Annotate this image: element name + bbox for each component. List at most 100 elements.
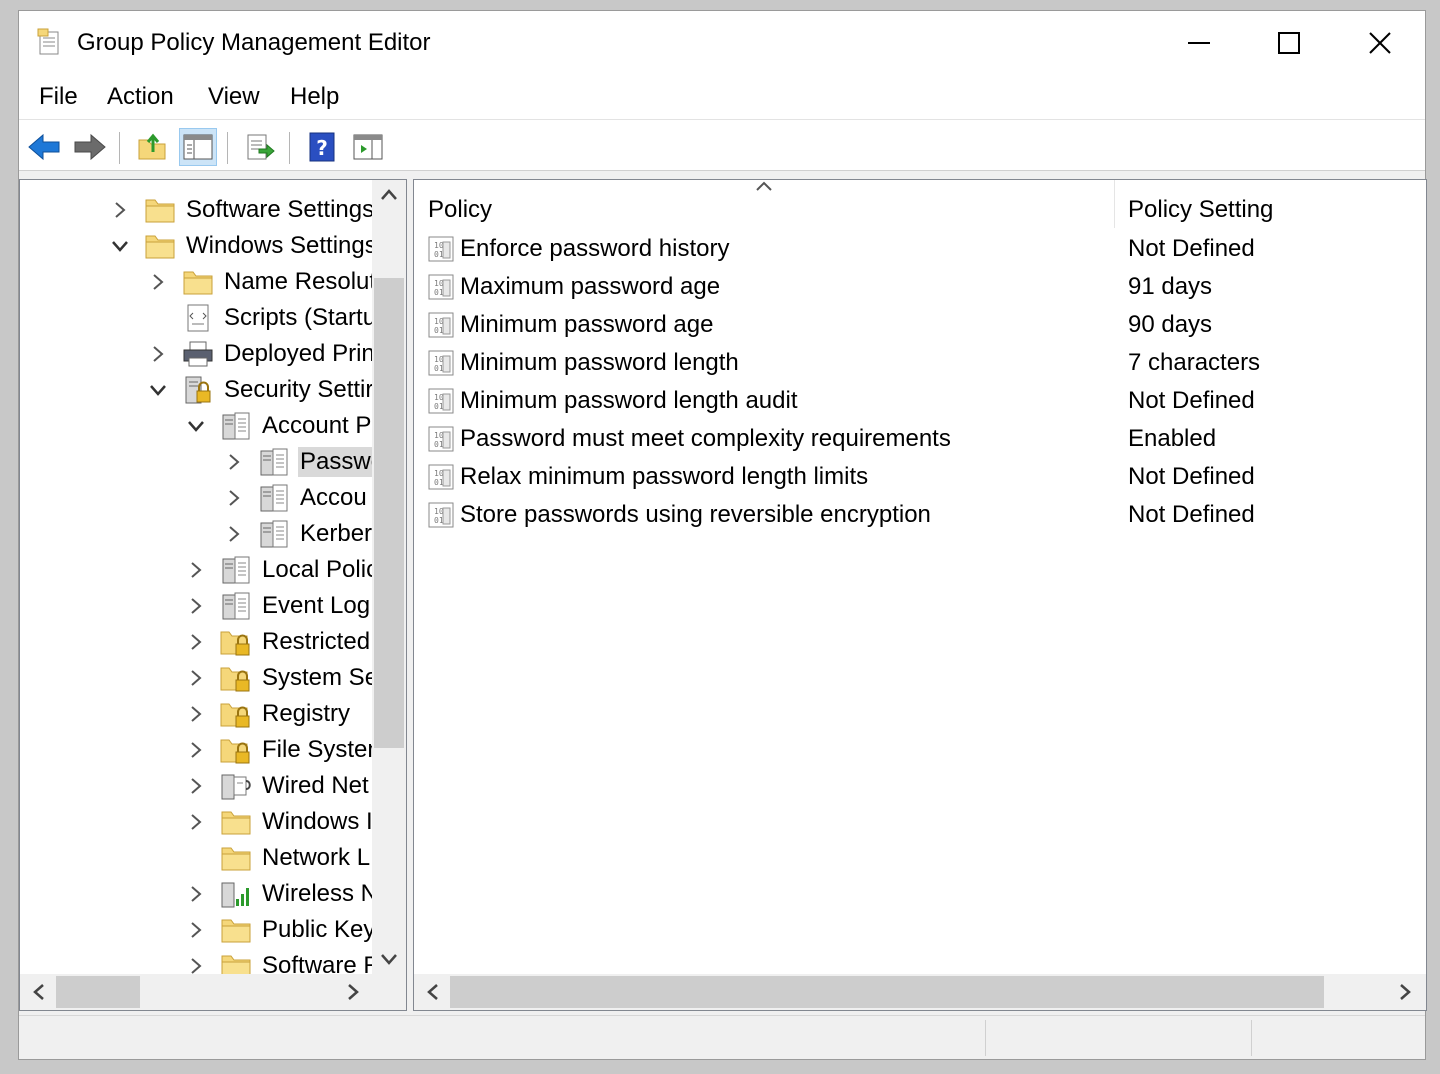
collapse-chevron-icon[interactable] [186,416,206,436]
help-button[interactable]: ? [303,128,341,166]
list-horizontal-scrollbar[interactable] [414,974,1426,1010]
policy-setting-icon: 10 01 [426,234,456,264]
tree-item[interactable]: Windows I [186,804,375,840]
expand-chevron-icon[interactable] [186,776,206,796]
tree-item[interactable]: System Se [186,660,380,696]
tree-item[interactable]: Registry [186,696,352,732]
tree-item[interactable]: Name Resolut [148,264,378,300]
expand-chevron-icon[interactable] [186,920,206,940]
tree-item[interactable]: Public Key [186,912,377,948]
tree-item[interactable]: Kerber [224,516,374,552]
tree-item[interactable]: File Systen [186,732,383,768]
policy-setting-icon: 10 01 [426,424,456,454]
policy-row[interactable]: 10 01 Maximum password age 91 days [414,268,1414,306]
expand-chevron-icon[interactable] [224,524,244,544]
tree-item[interactable]: Network L [186,840,372,876]
folder-icon [220,914,252,946]
collapse-chevron-icon[interactable] [148,380,168,400]
maximize-button[interactable] [1244,17,1334,69]
tree-item[interactable]: Accou [224,480,369,516]
policy-row[interactable]: 10 01 Minimum password length 7 characters [414,344,1414,382]
menu-file[interactable]: File [35,81,82,113]
expand-chevron-icon[interactable] [148,272,168,292]
menu-action[interactable]: Action [103,81,178,113]
tree-item[interactable]: Wired Net [186,768,371,804]
svg-text:10: 10 [434,507,444,516]
expand-chevron-icon[interactable] [186,596,206,616]
policy-setting-icon: 10 01 [426,462,456,492]
export-list-button[interactable] [241,128,279,166]
back-button[interactable] [25,128,63,166]
policy-server-icon [258,482,290,514]
policy-row[interactable]: 10 01 Minimum password length audit Not Def… [414,382,1414,420]
column-divider[interactable] [1114,180,1115,228]
tree-item[interactable]: Account P [186,408,373,444]
tree-item[interactable]: Deployed Prin [148,336,377,372]
locked-folder-icon [220,626,252,658]
expand-chevron-icon[interactable] [110,200,130,220]
tree-item-label: Deployed Prin [224,340,375,367]
scroll-up-arrow-icon[interactable] [381,188,397,202]
tree-item[interactable]: Event Log [186,588,372,624]
scroll-left-arrow-icon[interactable] [32,984,46,1000]
policy-editor-app-icon [35,27,65,57]
tree-item-label: Accou [300,484,367,511]
svg-text:01: 01 [434,440,444,449]
svg-text:10: 10 [434,279,444,288]
menu-view[interactable]: View [204,81,264,113]
policy-setting-icon: 10 01 [426,348,456,378]
expand-chevron-icon[interactable] [186,740,206,760]
column-header-policy-setting-label: Policy Setting [1128,196,1274,223]
policy-row[interactable]: 10 01 Enforce password history Not Defined [414,230,1414,268]
tree-item-label: Scripts (Startu [224,304,377,331]
show-hide-action-pane-button[interactable] [349,128,387,166]
tree-item[interactable]: Passwo [224,444,387,480]
close-icon [1369,32,1391,54]
expand-chevron-icon[interactable] [186,884,206,904]
expand-chevron-icon[interactable] [186,704,206,724]
policy-setting-icon: 10 01 [426,310,456,340]
help-icon: ? [309,132,335,162]
expand-chevron-icon[interactable] [224,452,244,472]
tree-item[interactable]: Windows Settings [110,228,379,264]
policy-setting-value: Not Defined [1128,235,1255,262]
forward-button[interactable] [71,128,109,166]
tree-item[interactable]: Restricted [186,624,372,660]
forward-arrow-icon [74,133,106,161]
policy-row[interactable]: 10 01 Minimum password age 90 days [414,306,1414,344]
show-hide-console-tree-button[interactable] [179,128,217,166]
list-horizontal-scroll-thumb[interactable] [450,976,1324,1008]
scroll-left-arrow-icon[interactable] [426,984,440,1000]
policy-row[interactable]: 10 01 Relax minimum password length limits… [414,458,1414,496]
expand-chevron-icon[interactable] [148,344,168,364]
scroll-down-arrow-icon[interactable] [381,952,397,966]
policy-row[interactable]: 10 01 Store passwords using reversible enc… [414,496,1414,534]
expand-chevron-icon[interactable] [186,560,206,580]
svg-text:01: 01 [434,402,444,411]
scroll-right-arrow-icon[interactable] [346,984,360,1000]
policy-setting-value: Not Defined [1128,501,1255,528]
policy-row[interactable]: 10 01 Password must meet complexity requir… [414,420,1414,458]
expand-chevron-icon[interactable] [186,956,206,976]
tree-item[interactable]: Scripts (Startu [148,300,378,336]
expand-chevron-icon[interactable] [186,812,206,832]
scroll-right-arrow-icon[interactable] [1398,984,1412,1000]
tree-item[interactable]: Software Settings [110,192,376,228]
tree-item[interactable]: Wireless N [186,876,380,912]
tree-vertical-scrollbar[interactable] [372,180,406,974]
collapse-chevron-icon[interactable] [110,236,130,256]
tree-item[interactable]: Security Settir [148,372,375,408]
tree-item-label: Windows Settings [186,232,377,259]
tree-horizontal-scrollbar[interactable] [20,974,406,1010]
policy-name: Password must meet complexity requiremen… [460,425,951,452]
expand-chevron-icon[interactable] [186,632,206,652]
minimize-button[interactable] [1154,17,1244,69]
up-one-level-button[interactable] [133,128,171,166]
tree-horizontal-scroll-thumb[interactable] [56,976,140,1008]
menu-help[interactable]: Help [286,81,343,113]
tree-vertical-scroll-thumb[interactable] [374,278,404,748]
tree-item[interactable]: Local Polic [186,552,380,588]
expand-chevron-icon[interactable] [186,668,206,688]
close-button[interactable] [1335,17,1425,69]
expand-chevron-icon[interactable] [224,488,244,508]
